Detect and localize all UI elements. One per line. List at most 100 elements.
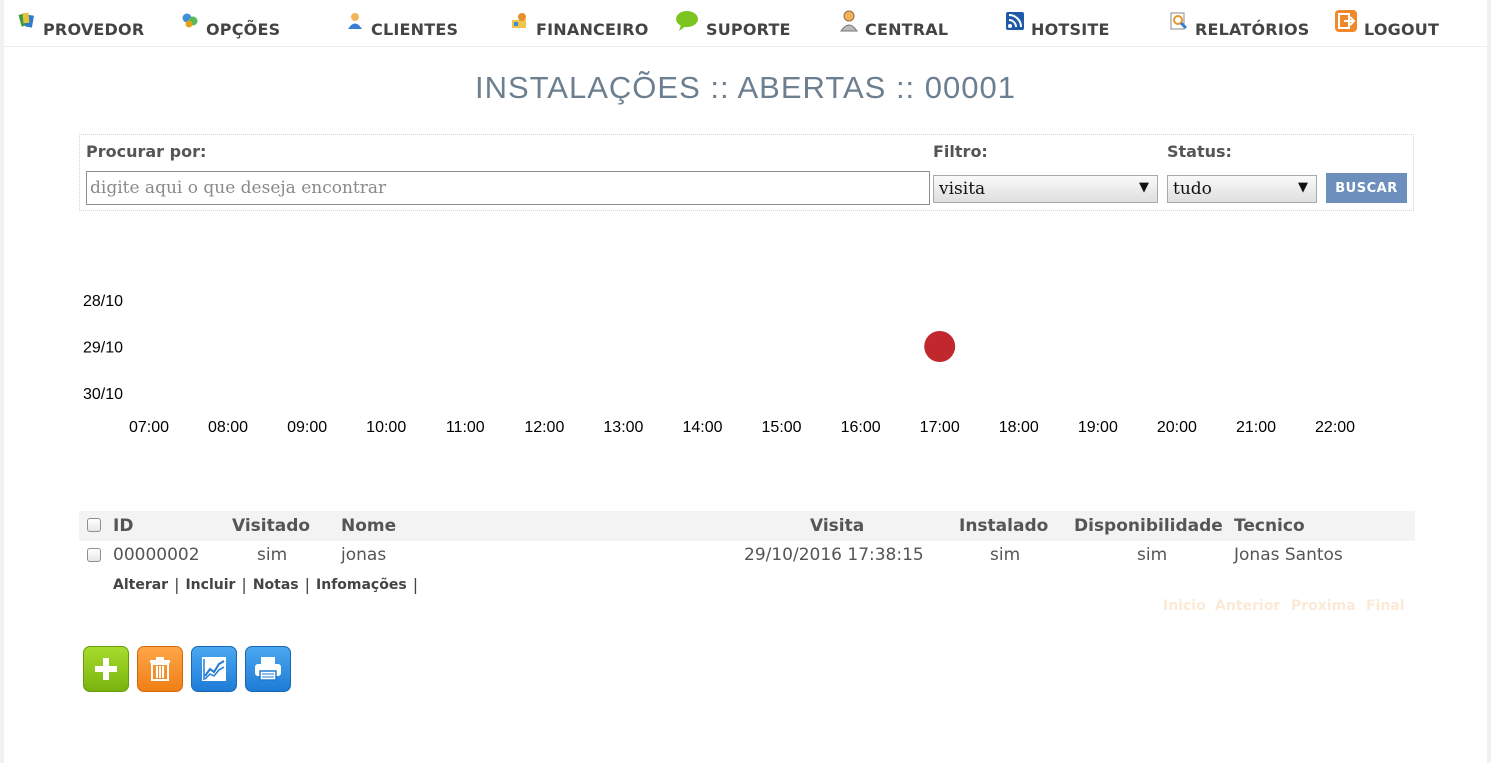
- nav-label: HOTSITE: [1031, 19, 1110, 39]
- chart-button[interactable]: [191, 646, 237, 692]
- nav-item-logout[interactable]: LOGOUT: [1335, 10, 1440, 39]
- trash-icon: [150, 657, 170, 681]
- nav-item-hotsite[interactable]: HOTSITE: [1006, 12, 1110, 39]
- x-tick-label: 21:00: [1236, 419, 1276, 436]
- nav-label: LOGOUT: [1364, 19, 1440, 39]
- cell-tecnico: Jonas Santos: [1234, 545, 1343, 565]
- hotsite-icon: [1006, 12, 1024, 30]
- nav-label: OPÇÕES: [206, 19, 281, 39]
- x-tick-label: 17:00: [920, 419, 960, 436]
- nav-label: SUPORTE: [706, 19, 791, 39]
- central-icon: [840, 10, 858, 32]
- x-tick-label: 11:00: [446, 419, 485, 436]
- reports-icon: [1170, 12, 1188, 30]
- nav-item-clientes[interactable]: CLIENTES: [346, 12, 459, 39]
- cell-nome: jonas: [341, 545, 387, 565]
- x-tick-label: 18:00: [999, 419, 1039, 436]
- chevron-down-icon: ▼: [1298, 180, 1308, 195]
- plus-icon: [95, 658, 117, 680]
- cell-disponibilidade: sim: [1137, 545, 1168, 565]
- x-tick-label: 22:00: [1315, 419, 1355, 436]
- separator: |: [304, 575, 311, 594]
- status-label: Status:: [1167, 142, 1232, 161]
- row-checkbox[interactable]: [87, 548, 101, 562]
- column-header-disponibilidade: Disponibilidade: [1074, 516, 1223, 536]
- column-header-visitado: Visitado: [232, 516, 311, 536]
- options-icon: [182, 13, 198, 28]
- informacoes-link[interactable]: Infomações: [316, 577, 407, 593]
- top-nav: PROVEDOR OPÇÕES CLIENTES FINANCEIRO SUPO…: [4, 0, 1487, 47]
- left-border: [0, 0, 4, 763]
- column-header-instalado: Instalado: [959, 516, 1049, 536]
- separator: |: [174, 575, 180, 594]
- nav-label: PROVEDOR: [43, 19, 145, 39]
- x-tick-label: 13:00: [603, 419, 643, 436]
- x-tick-label: 07:00: [129, 419, 169, 436]
- chevron-down-icon: ▼: [1139, 180, 1149, 195]
- status-select[interactable]: tudo ▼: [1167, 175, 1317, 203]
- nav-item-provedor[interactable]: PROVEDOR: [18, 12, 145, 39]
- x-tick-label: 10:00: [366, 419, 406, 436]
- row-actions: Alterar | Incluir | Notas | Infomações |: [113, 575, 424, 594]
- filter-select-value: visita: [939, 179, 986, 199]
- nav-item-financeiro[interactable]: FINANCEIRO: [511, 12, 649, 39]
- x-tick-label: 19:00: [1078, 419, 1118, 436]
- notas-link[interactable]: Notas: [253, 577, 299, 593]
- scatter-point[interactable]: [924, 331, 956, 362]
- printer-icon: [255, 657, 281, 681]
- nav-label: FINANCEIRO: [536, 19, 649, 39]
- search-button[interactable]: BUSCAR: [1326, 173, 1407, 203]
- clients-icon: [348, 13, 362, 29]
- right-border: [1487, 0, 1491, 763]
- column-header-nome: Nome: [341, 516, 397, 536]
- pagination-next[interactable]: Proxima: [1291, 598, 1356, 614]
- search-input[interactable]: [86, 171, 930, 205]
- search-label: Procurar por:: [86, 142, 207, 161]
- cell-instalado: sim: [990, 545, 1021, 565]
- nav-item-opcoes[interactable]: OPÇÕES: [181, 12, 281, 39]
- print-button[interactable]: [245, 646, 291, 692]
- x-tick-label: 15:00: [762, 419, 802, 436]
- chart-icon: [202, 657, 226, 681]
- column-header-id: ID: [113, 516, 134, 536]
- nav-item-relatorios[interactable]: RELATÓRIOS: [1170, 12, 1310, 39]
- x-tick-label: 08:00: [208, 419, 248, 436]
- column-header-visita: Visita: [810, 516, 865, 536]
- delete-button[interactable]: [137, 646, 183, 692]
- x-tick-label: 16:00: [841, 419, 881, 436]
- cell-id: 00000002: [113, 545, 200, 565]
- x-tick-label: 20:00: [1157, 419, 1197, 436]
- separator: |: [241, 575, 247, 594]
- incluir-link[interactable]: Incluir: [185, 577, 235, 593]
- filter-label: Filtro:: [933, 142, 988, 161]
- select-all-checkbox[interactable]: [87, 518, 101, 532]
- pagination-prev[interactable]: Anterior: [1215, 598, 1280, 614]
- pagination-last[interactable]: Final: [1366, 598, 1405, 614]
- nav-item-suporte[interactable]: SUPORTE: [675, 11, 791, 39]
- cell-visitado: sim: [257, 545, 288, 565]
- y-tick-label: 29/10: [83, 340, 123, 357]
- column-header-tecnico: Tecnico: [1234, 516, 1305, 536]
- nav-label: RELATÓRIOS: [1195, 19, 1310, 39]
- alterar-link[interactable]: Alterar: [113, 577, 168, 593]
- finance-icon: [512, 13, 526, 28]
- x-tick-label: 14:00: [682, 419, 722, 436]
- logout-icon: [1335, 10, 1357, 32]
- separator: |: [412, 575, 419, 594]
- y-tick-label: 30/10: [83, 386, 123, 403]
- support-icon: [676, 11, 698, 31]
- nav-item-central[interactable]: CENTRAL: [840, 10, 949, 39]
- nav-label: CENTRAL: [865, 19, 949, 39]
- cell-visita: 29/10/2016 17:38:15: [744, 545, 924, 565]
- nav-label: CLIENTES: [371, 19, 459, 39]
- filter-select[interactable]: visita ▼: [933, 175, 1158, 203]
- x-tick-label: 09:00: [287, 419, 327, 436]
- table-header: ID Visitado Nome Visita Instalado Dispon…: [79, 511, 1415, 541]
- y-tick-label: 28/10: [83, 293, 123, 310]
- pagination-first[interactable]: Inicio: [1163, 598, 1206, 614]
- provider-icon: [18, 12, 34, 28]
- page-title: INSTALAÇÕES :: ABERTAS :: 00001: [474, 70, 1016, 105]
- x-tick-label: 12:00: [524, 419, 564, 436]
- status-select-value: tudo: [1173, 179, 1212, 199]
- add-button[interactable]: [83, 646, 129, 692]
